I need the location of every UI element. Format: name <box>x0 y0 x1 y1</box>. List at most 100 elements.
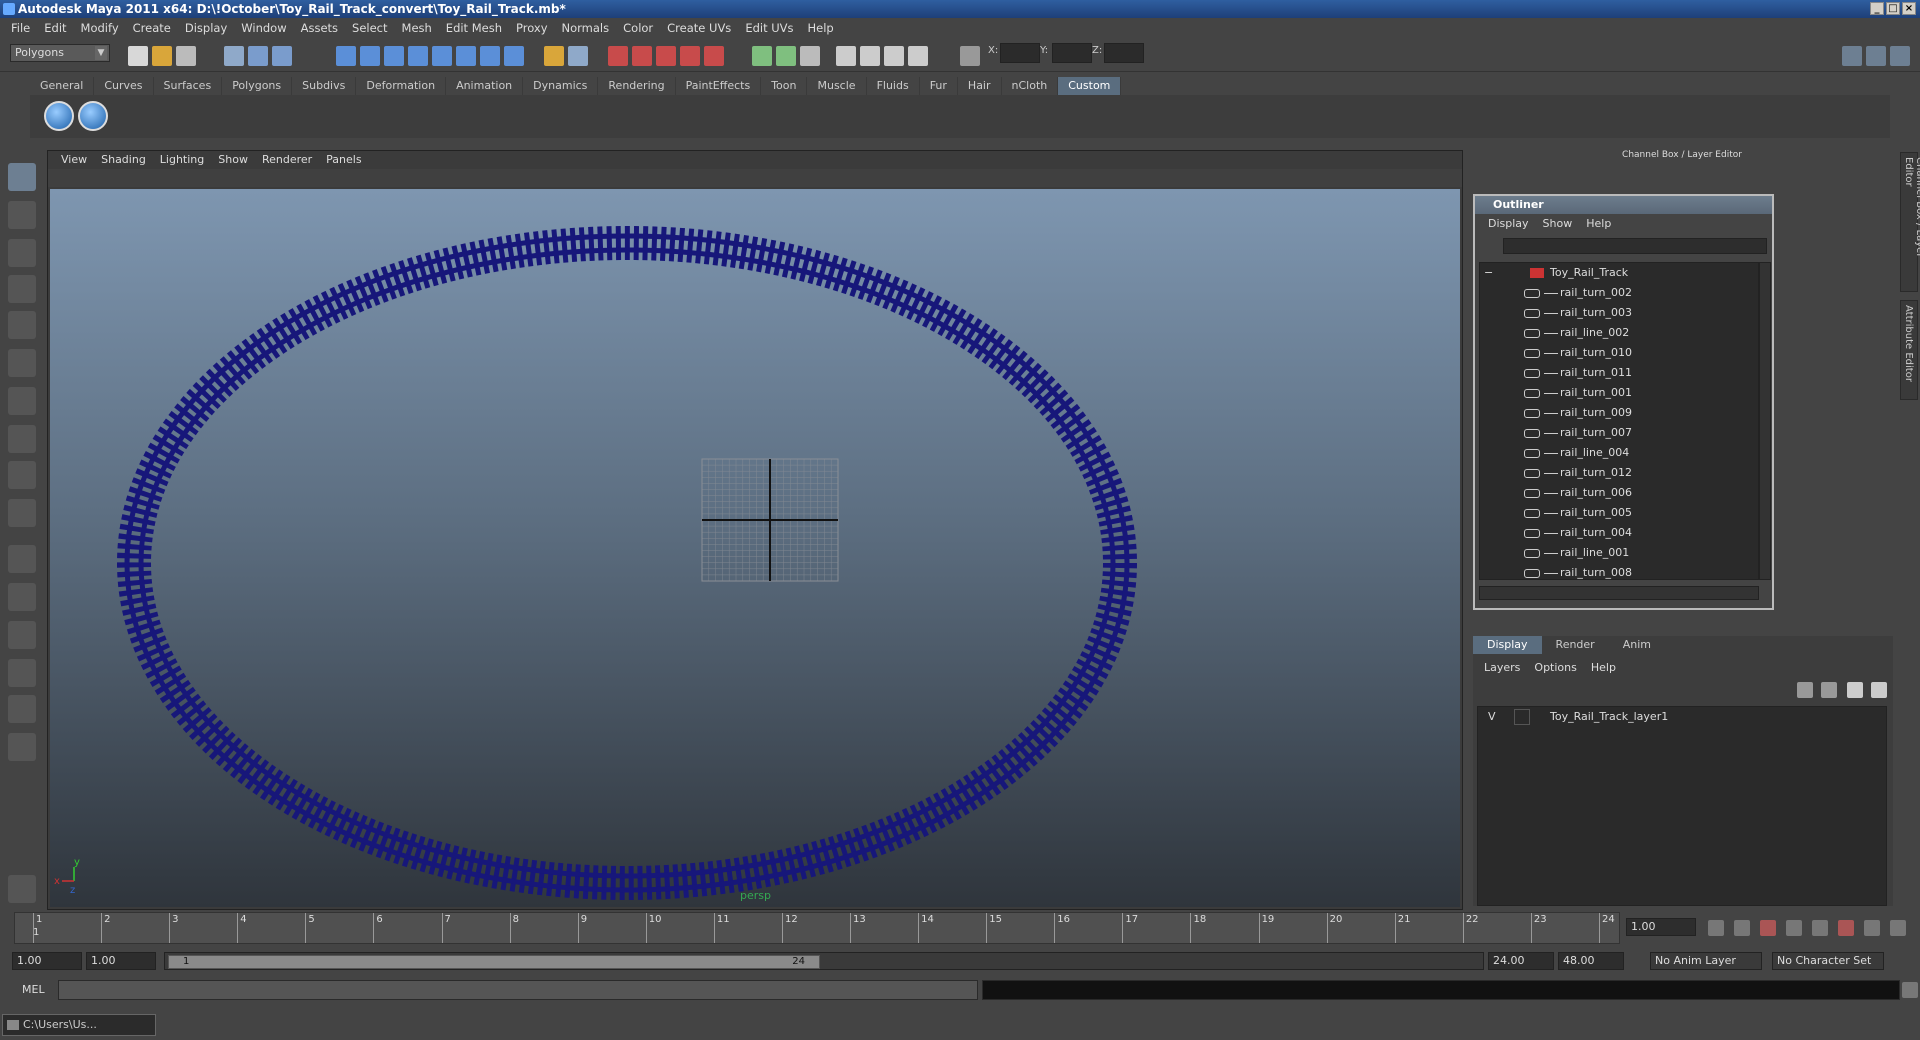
new-scene-icon[interactable] <box>128 46 148 66</box>
layer-icon[interactable] <box>1821 682 1837 698</box>
select-rendering-icon[interactable] <box>480 46 500 66</box>
shelf-tab-fur[interactable]: Fur <box>920 77 958 95</box>
shelf-tab-animation[interactable]: Animation <box>446 77 524 95</box>
select-surfaces-icon[interactable] <box>408 46 428 66</box>
select-tool-icon[interactable] <box>8 163 36 191</box>
universal-manipulator-icon[interactable] <box>8 387 36 415</box>
menu-color[interactable]: Color <box>616 21 660 35</box>
show-tool-settings-icon[interactable] <box>1866 46 1886 66</box>
viewport-menu-renderer[interactable]: Renderer <box>255 151 319 169</box>
menu-window[interactable]: Window <box>234 21 293 35</box>
show-channel-box-icon[interactable] <box>1890 46 1910 66</box>
list-item[interactable]: rail_line_002 <box>1480 323 1758 343</box>
new-layer-icon[interactable] <box>1847 682 1863 698</box>
new-layer-from-selection-icon[interactable] <box>1871 682 1887 698</box>
playback-end-field[interactable]: 24.00 <box>1488 952 1554 970</box>
start-time-field[interactable]: 1.00 <box>12 952 82 970</box>
select-by-object-icon[interactable] <box>248 46 268 66</box>
scale-tool-icon[interactable] <box>8 349 36 377</box>
list-item[interactable]: rail_turn_006 <box>1480 483 1758 503</box>
shelf-tab-surfaces[interactable]: Surfaces <box>154 77 223 95</box>
render-settings-icon[interactable] <box>908 46 928 66</box>
anim-layer-dropdown[interactable]: No Anim Layer <box>1650 952 1762 970</box>
shelf-tab-fluids[interactable]: Fluids <box>867 77 920 95</box>
layer-icon[interactable] <box>1797 682 1813 698</box>
layer-tab-display[interactable]: Display <box>1473 636 1542 654</box>
snap-to-curve-icon[interactable] <box>632 46 652 66</box>
menu-display[interactable]: Display <box>178 21 234 35</box>
range-slider[interactable]: 1 24 <box>164 952 1484 970</box>
input-history-icon[interactable] <box>752 46 772 66</box>
list-item[interactable]: rail_turn_001 <box>1480 383 1758 403</box>
outliner-menu-help[interactable]: Help <box>1579 215 1618 233</box>
menu-proxy[interactable]: Proxy <box>509 21 555 35</box>
list-item[interactable]: rail_turn_003 <box>1480 303 1758 323</box>
viewport-menu-panels[interactable]: Panels <box>319 151 368 169</box>
shelf-tab-painteffects[interactable]: PaintEffects <box>676 77 762 95</box>
list-item[interactable]: rail_line_001 <box>1480 543 1758 563</box>
rotate-tool-icon[interactable] <box>8 311 36 339</box>
select-joints-icon[interactable] <box>360 46 380 66</box>
step-forward-key-icon[interactable] <box>1864 920 1880 936</box>
select-dynamics-icon[interactable] <box>456 46 476 66</box>
layer-menu-layers[interactable]: Layers <box>1477 660 1527 676</box>
lasso-tool-icon[interactable] <box>8 201 36 229</box>
shelf-tab-hair[interactable]: Hair <box>958 77 1002 95</box>
viewport-menu-shading[interactable]: Shading <box>94 151 153 169</box>
playback-start-field[interactable]: 1.00 <box>86 952 156 970</box>
show-attribute-editor-icon[interactable] <box>1842 46 1862 66</box>
list-item[interactable]: rail_turn_005 <box>1480 503 1758 523</box>
graph-editor-layout-icon[interactable] <box>8 659 36 687</box>
menu-modify[interactable]: Modify <box>74 21 126 35</box>
z-field[interactable] <box>1104 43 1144 63</box>
snap-to-point-icon[interactable] <box>656 46 676 66</box>
y-field[interactable] <box>1052 43 1092 63</box>
channel-box-side-tab[interactable]: Channel Box / Layer Editor <box>1900 152 1920 292</box>
time-slider[interactable]: 1 2 3 4 5 6 7 8 9 10 11 12 13 14 15 16 17 18 19 20 21 22 23 24 … <box>14 912 1620 944</box>
go-to-end-icon[interactable] <box>1890 920 1906 936</box>
close-button[interactable]: × <box>1902 2 1916 15</box>
select-by-component-icon[interactable] <box>272 46 292 66</box>
outliner-filter-input[interactable] <box>1503 238 1767 254</box>
move-tool-icon[interactable] <box>8 275 36 303</box>
shelf-tab-polygons[interactable]: Polygons <box>222 77 293 95</box>
menu-set-dropdown[interactable]: Polygons ▼ <box>10 44 110 62</box>
paint-select-tool-icon[interactable] <box>8 239 36 267</box>
checkmark-icon[interactable] <box>78 101 108 131</box>
shelf-tab-deformation[interactable]: Deformation <box>356 77 447 95</box>
select-by-hierarchy-icon[interactable] <box>224 46 244 66</box>
menu-create[interactable]: Create <box>126 21 178 35</box>
shelf-tab-dynamics[interactable]: Dynamics <box>523 77 599 95</box>
list-item[interactable]: rail_turn_007 <box>1480 423 1758 443</box>
step-back-key-icon[interactable] <box>1734 920 1750 936</box>
four-view-layout-icon[interactable] <box>8 583 36 611</box>
viewport-canvas[interactable]: y x z persp <box>50 189 1460 907</box>
current-time-field[interactable]: 1.00 <box>1626 918 1696 936</box>
shelf-tab-toon[interactable]: Toon <box>761 77 808 95</box>
list-item[interactable]: rail_turn_002 <box>1480 283 1758 303</box>
menu-mesh[interactable]: Mesh <box>395 21 439 35</box>
outliner-layout-icon[interactable] <box>8 621 36 649</box>
open-scene-icon[interactable] <box>152 46 172 66</box>
outliner-horizontal-scrollbar[interactable] <box>1479 586 1759 600</box>
list-item[interactable]: rail_line_004 <box>1480 443 1758 463</box>
checkmark-icon[interactable] <box>44 101 74 131</box>
select-curves-icon[interactable] <box>384 46 404 66</box>
layer-visibility-toggle[interactable]: V <box>1488 707 1496 727</box>
list-item[interactable]: rail_turn_009 <box>1480 403 1758 423</box>
command-input[interactable] <box>58 980 978 1000</box>
minimized-window-item[interactable]: C:\Users\Us... <box>2 1014 156 1036</box>
viewport-menu-lighting[interactable]: Lighting <box>153 151 211 169</box>
menu-create-uvs[interactable]: Create UVs <box>660 21 738 35</box>
show-manipulator-icon[interactable] <box>8 461 36 489</box>
viewport-menu-view[interactable]: View <box>54 151 94 169</box>
viewport-menu-show[interactable]: Show <box>211 151 255 169</box>
maximize-button[interactable]: □ <box>1886 2 1900 15</box>
menu-edit-uvs[interactable]: Edit UVs <box>738 21 800 35</box>
ipr-render-icon[interactable] <box>884 46 904 66</box>
highlight-selection-icon[interactable] <box>568 46 588 66</box>
end-time-field[interactable]: 48.00 <box>1558 952 1624 970</box>
x-field[interactable] <box>1000 43 1040 63</box>
outliner-vertical-scrollbar[interactable] <box>1759 262 1771 580</box>
select-deformations-icon[interactable] <box>432 46 452 66</box>
